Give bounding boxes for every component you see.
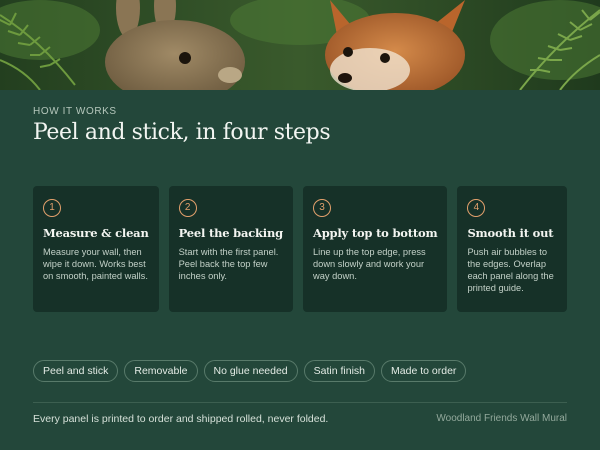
step-title: Apply top to bottom (312, 226, 438, 240)
footer-note: Every panel is printed to order and ship… (33, 413, 329, 425)
hero-image (0, 0, 600, 90)
tag-peel-and-stick: Peel and stick (33, 360, 119, 382)
step-title: Measure & clean (43, 226, 149, 240)
section-eyebrow: HOW IT WORKS (33, 106, 117, 117)
steps-list: 1 Measure & clean Measure your wall, the… (33, 186, 567, 312)
step-description: Start with the first panel. Peel back th… (178, 247, 279, 281)
tag-made-to-order: Made to order (381, 360, 467, 382)
tag-removable: Removable (124, 360, 198, 382)
step-card-1: 1 Measure & clean Measure your wall, the… (33, 186, 159, 312)
tag-no-glue-needed: No glue needed (203, 360, 298, 382)
step-number-badge: 4 (467, 199, 486, 217)
step-description: Push air bubbles to the edges. Overlap e… (467, 247, 554, 293)
footer-divider (33, 402, 567, 403)
step-card-4: 4 Smooth it out Push air bubbles to the … (457, 186, 567, 312)
step-number-badge: 2 (178, 199, 197, 217)
product-name: Woodland Friends Wall Mural (436, 413, 567, 424)
step-title: Smooth it out (467, 226, 554, 240)
step-number-badge: 1 (43, 199, 61, 217)
step-description: Line up the top edge, press down slowly … (312, 247, 426, 281)
step-description: Measure your wall, then wipe it down. Wo… (43, 247, 148, 281)
step-number-badge: 3 (312, 199, 331, 217)
page-title: Peel and stick, in four steps (33, 120, 331, 145)
feature-tags: Peel and stick Removable No glue needed … (33, 360, 467, 382)
step-card-2: 2 Peel the backing Start with the first … (168, 186, 293, 312)
step-card-3: 3 Apply top to bottom Line up the top ed… (302, 186, 448, 312)
step-title: Peel the backing (178, 226, 284, 240)
tag-satin-finish: Satin finish (303, 360, 376, 382)
woodland-illustration (0, 0, 600, 90)
